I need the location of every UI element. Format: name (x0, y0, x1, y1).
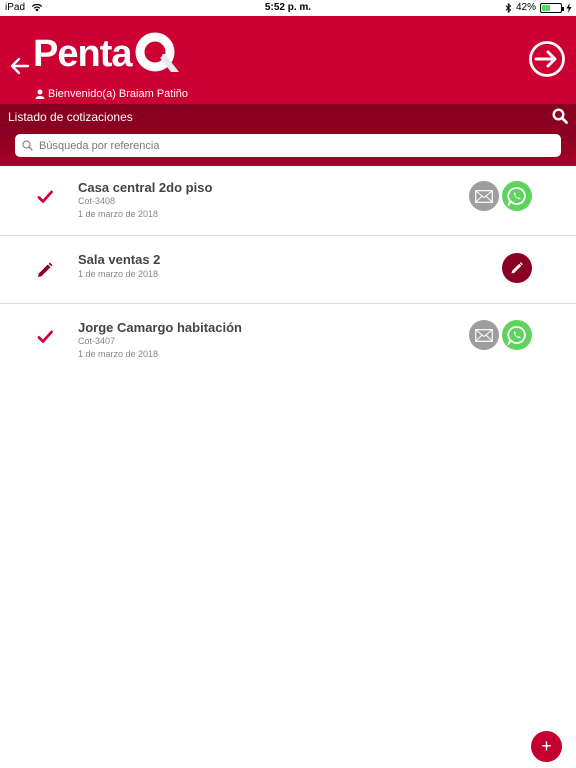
pentaq-logo: Penta (33, 30, 181, 78)
search-input[interactable] (39, 139, 539, 152)
search-field[interactable] (15, 134, 561, 157)
pencil-icon (38, 262, 53, 277)
add-quote-button[interactable]: + (531, 731, 562, 762)
charging-icon (566, 2, 572, 13)
logo-q-mark-icon (135, 32, 180, 72)
whatsapp-button[interactable] (502, 320, 532, 350)
logout-icon[interactable] (528, 40, 566, 78)
battery-icon (540, 2, 564, 13)
quote-row[interactable]: Casa central 2do piso Cot-3408 1 de marz… (0, 166, 576, 236)
welcome-message: Bienvenido(a) Braiam Patiño (35, 88, 188, 100)
battery-percent: 42% (515, 2, 536, 13)
quote-date: 1 de marzo de 2018 (78, 209, 159, 219)
checkmark-icon (37, 190, 53, 203)
back-arrow-icon[interactable] (8, 54, 32, 78)
user-icon (35, 89, 45, 99)
status-bar: iPad 5:52 p. m. 42% (0, 0, 576, 16)
edit-button[interactable] (502, 253, 532, 283)
status-bar-right: 42% (505, 2, 572, 13)
email-button[interactable] (469, 181, 499, 211)
quote-date: 1 de marzo de 2018 (78, 269, 159, 279)
whatsapp-button[interactable] (502, 181, 532, 211)
quote-date: 1 de marzo de 2018 (78, 349, 159, 359)
search-icon[interactable] (552, 108, 568, 124)
quote-title: Sala ventas 2 (78, 252, 161, 267)
quote-list: Casa central 2do piso Cot-3408 1 de marz… (0, 166, 576, 374)
quote-row[interactable]: Jorge Camargo habitación Cot-3407 1 de m… (0, 304, 576, 374)
battery-fill (542, 4, 550, 11)
search-field-icon (22, 140, 33, 151)
plus-icon: + (541, 736, 552, 756)
welcome-text: Bienvenido(a) Braiam Patiño (48, 88, 189, 100)
quote-title: Casa central 2do piso (78, 180, 213, 195)
whatsapp-icon (507, 326, 526, 345)
bluetooth-icon (505, 2, 512, 13)
list-toolbar: Listado de cotizaciones (0, 104, 576, 166)
quote-title: Jorge Camargo habitación (78, 320, 242, 335)
logo-text: Penta (33, 33, 132, 75)
checkmark-icon (37, 330, 53, 343)
quote-row[interactable]: Sala ventas 2 1 de marzo de 2018 (0, 236, 576, 304)
quote-code: Cot-3407 (78, 336, 116, 346)
status-time: 5:52 p. m. (264, 2, 312, 13)
list-title: Listado de cotizaciones (8, 110, 133, 124)
app-header: Penta Bienvenido(a) Braiam Patiño (0, 16, 576, 104)
mail-icon (475, 189, 493, 203)
mail-icon (475, 328, 493, 342)
email-button[interactable] (469, 320, 499, 350)
quote-code: Cot-3408 (78, 196, 116, 206)
edit-icon (511, 262, 523, 274)
whatsapp-icon (507, 187, 526, 206)
